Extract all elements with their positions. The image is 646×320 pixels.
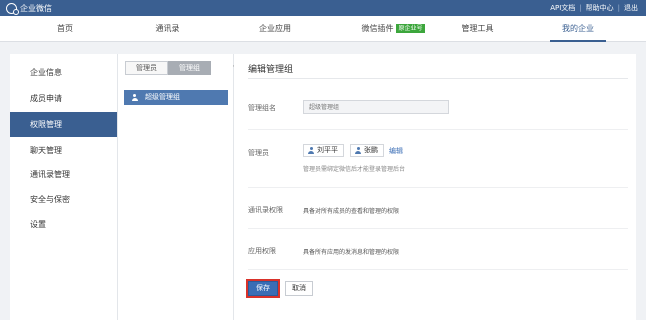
nav-apps[interactable]: 企业应用 bbox=[245, 16, 305, 42]
nav-tools[interactable]: 管理工具 bbox=[450, 16, 505, 42]
sidebar-item-security[interactable]: 安全与保密 bbox=[10, 187, 117, 212]
tab-admins[interactable]: 管理员 bbox=[125, 61, 168, 75]
app-logo[interactable]: 企业微信 bbox=[6, 2, 52, 15]
apps-permission-label: 应用权限 bbox=[248, 247, 276, 255]
sidebar-item-settings[interactable]: 设置 bbox=[10, 212, 117, 237]
separator: | bbox=[617, 4, 620, 12]
group-tabs: 管理员 管理组 bbox=[125, 61, 211, 75]
sidebar-item-permissions[interactable]: 权限管理 bbox=[10, 112, 117, 137]
nav-home[interactable]: 首页 bbox=[40, 16, 90, 42]
main-nav: 首页 通讯录 企业应用 微信插件 原企业号 管理工具 我的企业 bbox=[0, 16, 646, 42]
divider bbox=[248, 269, 628, 270]
edit-group-panel: 编辑管理组 管理组名 管理员 刘平平 张鹏 编辑 管理员需绑定微信后才能登录管理… bbox=[234, 54, 636, 320]
divider bbox=[248, 129, 628, 130]
edit-admins-link[interactable]: 编辑 bbox=[389, 146, 403, 156]
contacts-permission-label: 通讯录权限 bbox=[248, 206, 283, 214]
sidebar-item-enterprise-info[interactable]: 企业信息 bbox=[10, 60, 117, 85]
admins-hint: 管理员需绑定微信后才能登录管理后台 bbox=[303, 166, 406, 173]
group-name-input[interactable] bbox=[303, 100, 449, 114]
app-title: 企业微信 bbox=[20, 3, 52, 13]
person-icon bbox=[308, 147, 314, 154]
person-icon bbox=[355, 147, 361, 154]
api-docs-link[interactable]: API文档 bbox=[550, 3, 575, 13]
group-list-item[interactable]: 超级管理组 bbox=[124, 90, 228, 105]
nav-wechat-plugin[interactable]: 微信插件 原企业号 bbox=[352, 16, 434, 42]
top-bar: 企业微信 API文档 | 帮助中心 | 退出 bbox=[0, 0, 646, 16]
apps-permission-text: 具备所有应用的发消息和管理的权限 bbox=[303, 249, 400, 256]
separator: | bbox=[579, 4, 582, 12]
nav-contacts[interactable]: 通讯录 bbox=[140, 16, 195, 42]
status-badge: 原企业号 bbox=[396, 24, 425, 33]
top-links: API文档 | 帮助中心 | 退出 bbox=[550, 0, 638, 16]
tab-admin-groups[interactable]: 管理组 bbox=[168, 61, 211, 75]
help-center-link[interactable]: 帮助中心 bbox=[586, 3, 614, 13]
divider bbox=[248, 78, 628, 79]
sidebar: 企业信息 成员申请 权限管理 聊天管理 通讯录管理 安全与保密 设置 bbox=[10, 54, 117, 320]
sidebar-item-chat-management[interactable]: 聊天管理 bbox=[10, 138, 117, 163]
cancel-button[interactable]: 取消 bbox=[285, 281, 313, 296]
divider bbox=[248, 187, 628, 188]
contacts-permission-text: 具备对所有成员的查看和管理的权限 bbox=[303, 208, 400, 215]
divider bbox=[248, 228, 628, 229]
admins-label: 管理员 bbox=[248, 149, 269, 157]
admin-tag[interactable]: 刘平平 bbox=[303, 144, 344, 157]
group-name-label: 管理组名 bbox=[248, 104, 276, 112]
logout-link[interactable]: 退出 bbox=[624, 3, 638, 13]
nav-my-enterprise[interactable]: 我的企业 bbox=[550, 16, 606, 42]
chat-bubble-icon bbox=[6, 2, 19, 15]
group-panel: 管理员 管理组 + 超级管理组 bbox=[117, 54, 243, 320]
save-button[interactable]: 保存 bbox=[246, 279, 280, 298]
admin-tag[interactable]: 张鹏 bbox=[350, 144, 384, 157]
sidebar-item-member-requests[interactable]: 成员申请 bbox=[10, 86, 117, 111]
page-title: 编辑管理组 bbox=[248, 65, 294, 75]
sidebar-item-contacts-management[interactable]: 通讯录管理 bbox=[10, 162, 117, 187]
group-icon bbox=[132, 93, 140, 102]
